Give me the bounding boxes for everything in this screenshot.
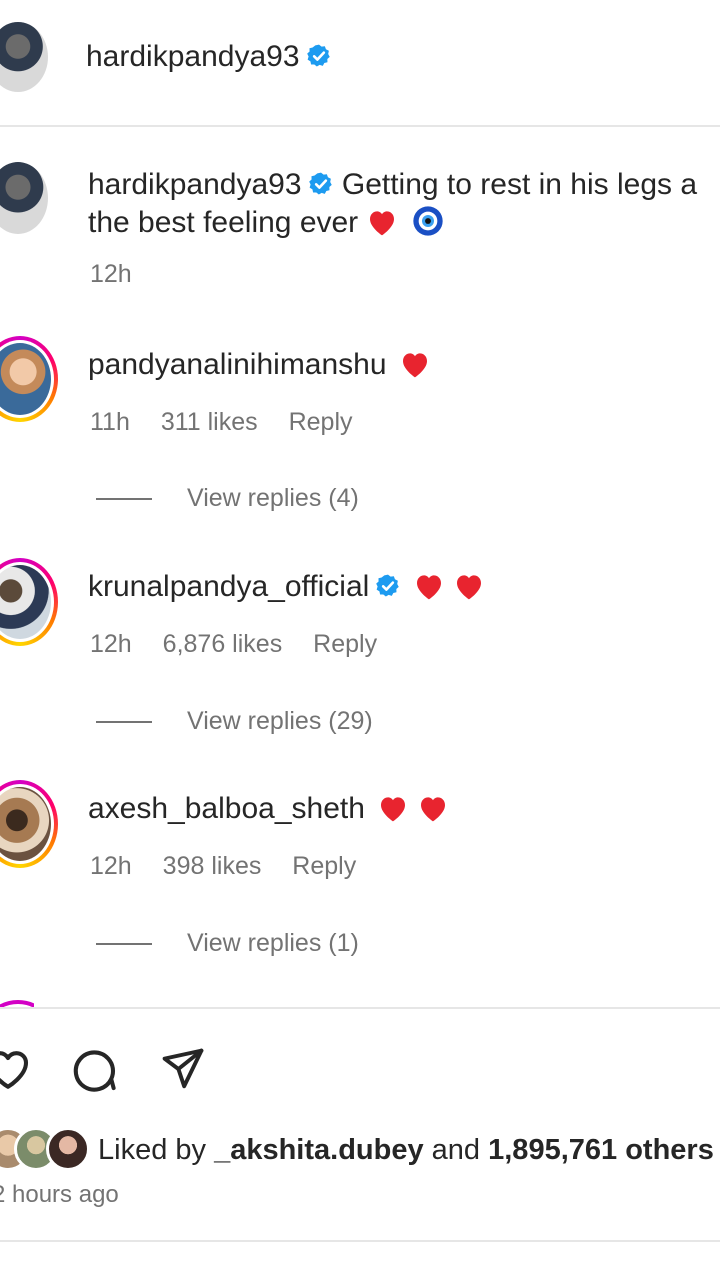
- comment-username[interactable]: pandyanalinihimanshu: [88, 348, 387, 381]
- view-replies-button[interactable]: View replies (1): [187, 929, 359, 958]
- red-heart-icon: [402, 353, 427, 378]
- comment-meta: 12h 398 likes Reply: [90, 852, 380, 881]
- avatar: [0, 787, 51, 861]
- verified-icon: [376, 574, 400, 597]
- liked-by-count[interactable]: 1,895,761 others: [488, 1134, 714, 1166]
- comment-username-row: krunalpandya_official: [88, 570, 485, 604]
- comment-time: 11h: [90, 408, 130, 436]
- red-heart-icon: [420, 797, 445, 822]
- comment-username-row: axesh_balboa_sheth: [88, 792, 449, 826]
- comment-time: 12h: [90, 852, 132, 880]
- comment-likes[interactable]: 6,876 likes: [163, 630, 283, 658]
- reply-button[interactable]: Reply: [292, 852, 356, 880]
- comments-divider: [0, 1007, 720, 1009]
- heart-icon[interactable]: [0, 1046, 32, 1094]
- post-time: 2 hours ago: [0, 1181, 119, 1208]
- caption-time: 12h: [90, 260, 132, 288]
- view-replies-button[interactable]: View replies (29): [187, 707, 373, 736]
- caption-block: hardikpandya93 Getting to rest in his le…: [88, 166, 720, 242]
- red-heart-icon: [417, 575, 442, 600]
- replies-line: [96, 498, 152, 500]
- comment-avatar-ring[interactable]: [0, 780, 58, 868]
- red-heart-icon: [380, 797, 405, 822]
- caption-avatar[interactable]: [0, 162, 48, 234]
- comment-meta: 12h 6,876 likes Reply: [90, 630, 401, 659]
- comment-username[interactable]: axesh_balboa_sheth: [88, 792, 365, 825]
- replies-line: [96, 943, 152, 945]
- red-heart-icon: [370, 211, 395, 236]
- reply-button[interactable]: Reply: [313, 630, 377, 658]
- header-username-row[interactable]: hardikpandya93: [86, 40, 332, 74]
- view-replies-button[interactable]: View replies (4): [187, 484, 359, 513]
- comment-avatar-ring[interactable]: [0, 336, 58, 422]
- header-username[interactable]: hardikpandya93: [86, 40, 300, 73]
- liked-by-text: Liked by _akshita.dubey and 1,895,761 ot…: [98, 1134, 714, 1167]
- caption-text-line2: the best feeling ever: [88, 206, 359, 239]
- comment-meta: 11h 311 likes Reply: [90, 408, 377, 437]
- liked-by-label: Liked by: [98, 1134, 207, 1166]
- bottom-divider: [0, 1240, 720, 1242]
- comment-avatar-ring[interactable]: [0, 558, 58, 646]
- caption-text-line1: Getting to rest in his legs a: [341, 168, 698, 201]
- verified-icon: [306, 44, 330, 67]
- red-heart-icon: [457, 575, 482, 600]
- liked-by-user[interactable]: _akshita.dubey: [214, 1134, 424, 1166]
- comment-icon[interactable]: [70, 1046, 120, 1094]
- comment-likes[interactable]: 311 likes: [161, 408, 258, 436]
- caption-username[interactable]: hardikpandya93: [88, 168, 302, 201]
- comment-username-row: pandyanalinihimanshu: [88, 348, 431, 382]
- verified-icon: [308, 172, 332, 195]
- share-icon[interactable]: [158, 1046, 208, 1092]
- comment-time: 12h: [90, 630, 132, 658]
- avatar: [0, 565, 51, 639]
- header-divider: [0, 125, 720, 127]
- nazar-amulet-icon: [413, 206, 443, 236]
- reply-button[interactable]: Reply: [289, 408, 353, 436]
- replies-line: [96, 721, 152, 723]
- avatar: [0, 343, 51, 415]
- header-avatar[interactable]: [0, 22, 48, 92]
- comment-username[interactable]: krunalpandya_official: [88, 570, 369, 603]
- liker-avatar[interactable]: [46, 1127, 90, 1171]
- liked-by-and: and: [431, 1134, 481, 1166]
- comment-likes[interactable]: 398 likes: [163, 852, 262, 880]
